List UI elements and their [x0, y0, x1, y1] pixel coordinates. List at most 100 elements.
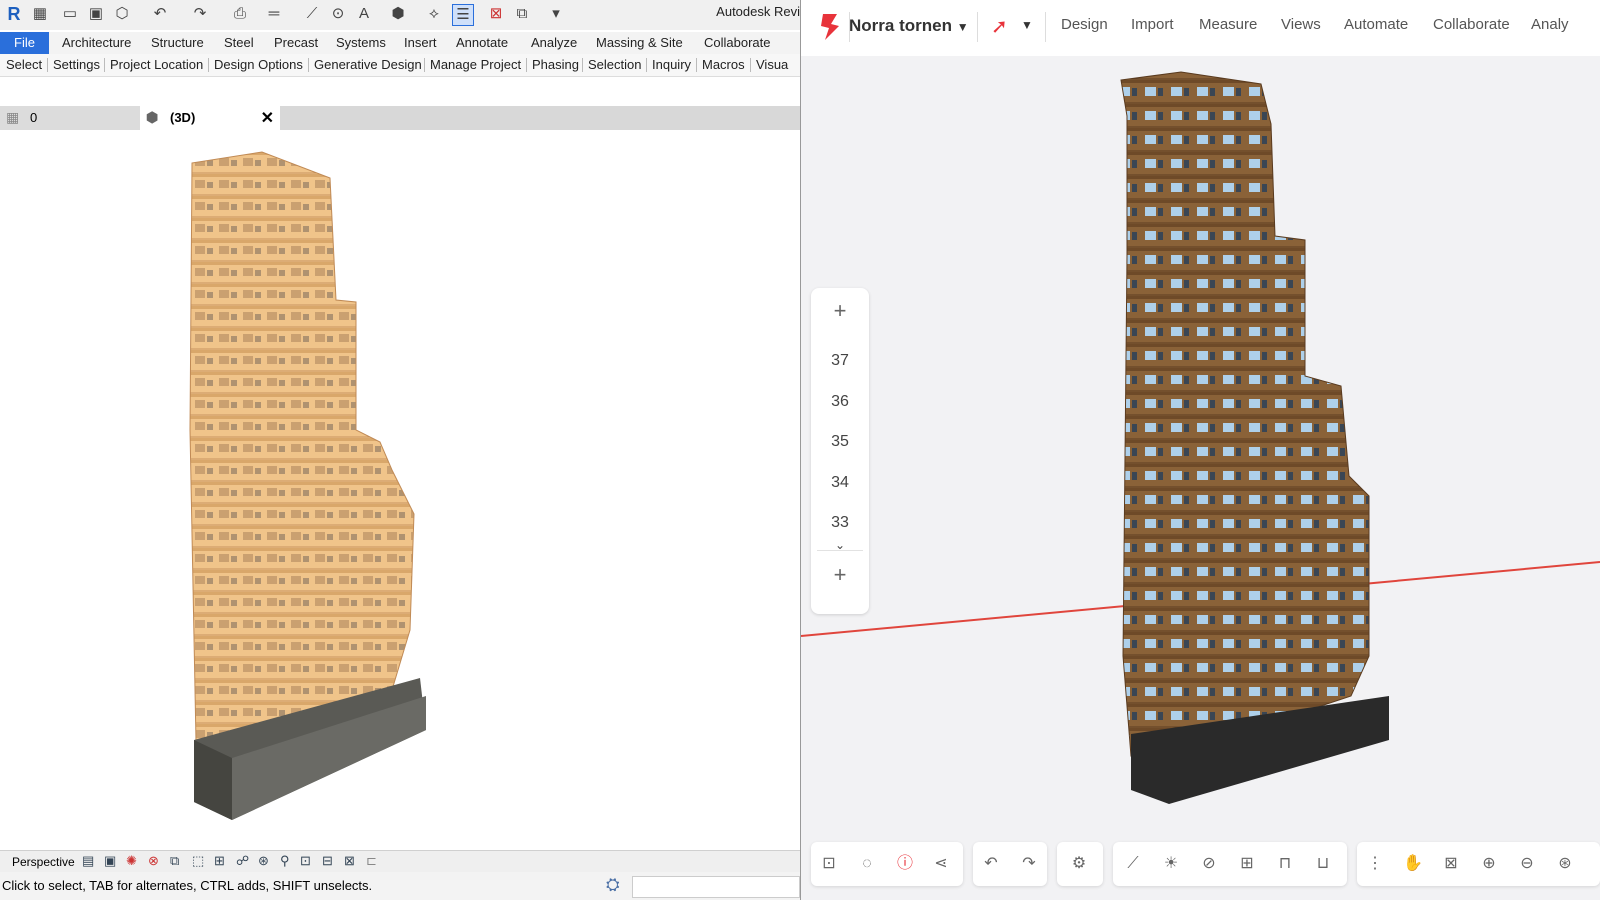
tab-steel[interactable]: Steel [220, 32, 258, 54]
nav-design[interactable]: Design [1061, 16, 1108, 33]
hide-icon[interactable]: ⊘ [1199, 854, 1219, 874]
section-box-icon[interactable]: ⊞ [1237, 854, 1257, 874]
revit-logo-icon[interactable]: R [4, 4, 24, 24]
undo-icon[interactable]: ↶ [150, 4, 170, 24]
panel-phasing[interactable]: Phasing [532, 54, 579, 76]
unlock-view-icon[interactable]: ⊞ [214, 853, 225, 869]
add-level-icon[interactable]: + [811, 298, 869, 324]
share-icon[interactable]: ⋖ [931, 854, 951, 874]
constraints-icon[interactable]: ⊏ [366, 853, 377, 869]
visual-style-icon[interactable]: ▤ [82, 853, 94, 869]
tab-architecture[interactable]: Architecture [58, 32, 135, 54]
search-model-icon[interactable]: ⊡ [819, 854, 839, 874]
panel-macros[interactable]: Macros [702, 54, 745, 76]
panel-selection[interactable]: Selection [588, 54, 641, 76]
panel-settings[interactable]: Settings [53, 54, 100, 76]
text-icon[interactable]: A [354, 4, 374, 24]
sync-icon[interactable]: ⬡ [112, 4, 132, 24]
print-icon[interactable]: ⎙ [230, 4, 250, 24]
more-icon[interactable]: ⋮ [1365, 854, 1385, 874]
level-item[interactable]: 37 [811, 352, 869, 370]
tab-annotate[interactable]: Annotate [452, 32, 512, 54]
analytical-model-icon[interactable]: ⊠ [344, 853, 355, 869]
customize-qat-icon[interactable]: ▾ [546, 4, 566, 24]
comments-icon[interactable]: ◌ [857, 854, 877, 874]
close-hidden-icon[interactable]: ⊠ [486, 4, 506, 24]
revit-3d-canvas[interactable] [0, 130, 800, 850]
workset-field[interactable] [632, 876, 800, 898]
nav-views[interactable]: Views [1281, 16, 1321, 33]
navigate-icon[interactable]: ⟋ [1123, 854, 1143, 874]
dimension-icon[interactable]: ⟋ [302, 4, 322, 24]
zoom-out-icon[interactable]: ⊖ [1517, 854, 1537, 874]
nav-analyze[interactable]: Analy [1531, 16, 1569, 33]
redo-icon[interactable]: ↷ [190, 4, 210, 24]
design-options-icon[interactable]: ⊟ [322, 853, 333, 869]
tab-collaborate[interactable]: Collaborate [700, 32, 775, 54]
tab-precast[interactable]: Precast [270, 32, 322, 54]
gear-icon[interactable]: ⚙ [1069, 854, 1089, 874]
nav-import[interactable]: Import [1131, 16, 1174, 33]
unlock-icon[interactable]: ⊔ [1313, 854, 1333, 874]
nav-collaborate[interactable]: Collaborate [1433, 16, 1510, 33]
render-icon[interactable]: ⊗ [148, 853, 159, 869]
revit-window: R ▦ ▭ ▣ ⬡ ↶ ↷ ⎙ ═ ⟋ ⊙ A ⬢ ⟡ ☰ ⊠ ⧉ ▾ Auto… [0, 0, 800, 900]
nav-automate[interactable]: Automate [1344, 16, 1408, 33]
app-logo-icon[interactable] [815, 10, 843, 44]
tab-massing-site[interactable]: Massing & Site [592, 32, 687, 54]
tag-icon[interactable]: ⊙ [328, 4, 348, 24]
tab-systems[interactable]: Systems [332, 32, 390, 54]
view-tab-level-0[interactable]: ▦ 0 [0, 106, 140, 130]
orbit-icon[interactable]: ⊛ [1555, 854, 1575, 874]
show-crop-icon[interactable]: ⬚ [192, 853, 204, 869]
home-icon[interactable]: ▦ [30, 4, 50, 24]
level-item[interactable]: 35 [811, 433, 869, 451]
zoom-in-icon[interactable]: ⊕ [1479, 854, 1499, 874]
pin-icon[interactable]: ⚲ [280, 853, 290, 869]
level-item[interactable]: 33 [811, 514, 869, 532]
nav-measure[interactable]: Measure [1199, 16, 1257, 33]
panel-design-options[interactable]: Design Options [214, 54, 303, 76]
crop-view-icon[interactable]: ⧉ [170, 853, 179, 869]
section-icon[interactable]: ⟡ [424, 4, 444, 24]
shadows-icon[interactable]: ✺ [126, 853, 137, 869]
panel-project-location[interactable]: Project Location [110, 54, 203, 76]
measure-icon[interactable]: ═ [264, 4, 284, 24]
undo-icon[interactable]: ↶ [981, 854, 1001, 874]
pan-hand-icon[interactable]: ✋ [1403, 854, 1423, 874]
reveal-hidden-icon[interactable]: ⊛ [258, 853, 269, 869]
thin-lines-icon[interactable]: ☰ [452, 4, 474, 26]
save-icon[interactable]: ▣ [86, 4, 106, 24]
panel-manage-project[interactable]: Manage Project [430, 54, 521, 76]
tab-structure[interactable]: Structure [147, 32, 208, 54]
tab-insert[interactable]: Insert [400, 32, 441, 54]
open-icon[interactable]: ▭ [60, 4, 80, 24]
panel-inquiry[interactable]: Inquiry [652, 54, 691, 76]
fit-view-icon[interactable]: ⊠ [1441, 854, 1461, 874]
panel-visual[interactable]: Visua [756, 54, 788, 76]
select-cursor-icon[interactable]: ➚ [991, 14, 1008, 39]
close-icon[interactable]: ✕ [261, 108, 274, 128]
switch-windows-icon[interactable]: ⧉ [512, 4, 532, 24]
worksharing-icon[interactable]: ⊡ [300, 853, 311, 869]
view-mode-label[interactable]: Perspective [12, 855, 75, 869]
viewer-3d-canvas[interactable] [801, 56, 1600, 836]
add-level-icon[interactable]: + [811, 562, 869, 588]
worksets-icon[interactable]: ⛭ [606, 875, 620, 895]
tab-analyze[interactable]: Analyze [527, 32, 581, 54]
panel-select[interactable]: Select [6, 54, 42, 76]
info-icon[interactable]: ⓘ [895, 854, 915, 874]
tab-file[interactable]: File [0, 32, 49, 54]
sun-path-icon[interactable]: ▣ [104, 853, 116, 869]
lock-icon[interactable]: ⊓ [1275, 854, 1295, 874]
lightbulb-icon[interactable]: ☀ [1161, 854, 1181, 874]
panel-generative-design[interactable]: Generative Design [314, 54, 422, 76]
default-3d-view-icon[interactable]: ⬢ [388, 4, 408, 24]
level-item[interactable]: 34 [811, 474, 869, 492]
redo-icon[interactable]: ↷ [1019, 854, 1039, 874]
chevron-down-icon[interactable]: ▼ [1021, 18, 1033, 32]
level-item[interactable]: 36 [811, 393, 869, 411]
temp-hide-icon[interactable]: ☍ [236, 853, 249, 869]
project-switcher[interactable]: Norra tornen ▼ [849, 16, 969, 36]
view-tab-3d[interactable]: ⬢ (3D) ✕ [140, 106, 280, 130]
